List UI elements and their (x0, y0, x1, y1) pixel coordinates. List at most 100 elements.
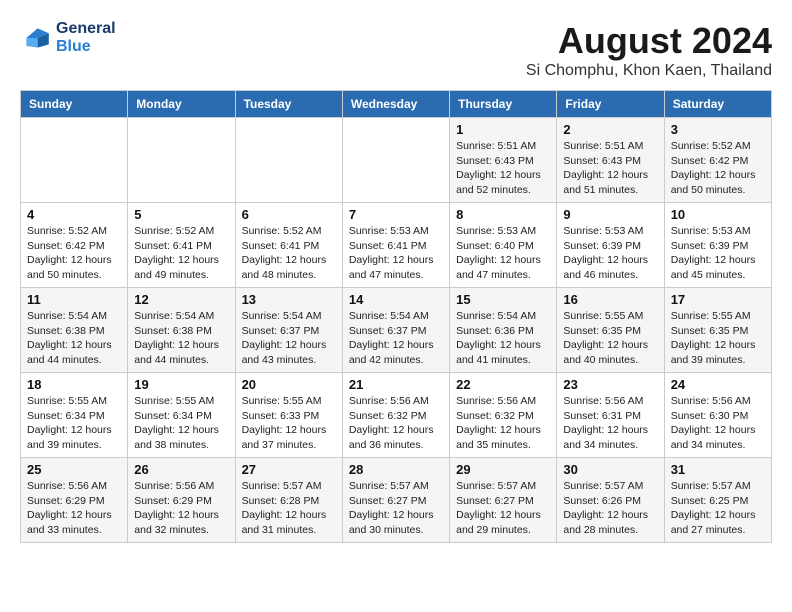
day-number: 1 (456, 122, 550, 137)
calendar-cell (128, 118, 235, 203)
calendar-cell: 11 Sunrise: 5:54 AM Sunset: 6:38 PM Dayli… (21, 288, 128, 373)
day-number: 12 (134, 292, 228, 307)
day-info: Sunrise: 5:56 AM Sunset: 6:29 PM Dayligh… (134, 479, 228, 538)
page-title: August 2024 (526, 20, 772, 62)
header-cell-sunday: Sunday (21, 91, 128, 118)
logo: General Blue (20, 20, 116, 55)
calendar-cell: 21Sunrise: 5:56 AM Sunset: 6:32 PM Dayli… (342, 373, 449, 458)
calendar-cell: 27 Sunrise: 5:57 AM Sunset: 6:28 PM Dayli… (235, 458, 342, 543)
day-info: Sunrise: 5:54 AM Sunset: 6:37 PM Dayligh… (242, 309, 336, 368)
calendar-cell: 3 Sunrise: 5:52 AM Sunset: 6:42 PM Daylig… (664, 118, 771, 203)
day-number: 13 (242, 292, 336, 307)
header-cell-monday: Monday (128, 91, 235, 118)
day-number: 16 (563, 292, 657, 307)
day-info: Sunrise: 5:54 AM Sunset: 6:36 PM Dayligh… (456, 309, 550, 368)
day-info: Sunrise: 5:53 AM Sunset: 6:40 PM Dayligh… (456, 224, 550, 283)
day-number: 29 (456, 462, 550, 477)
calendar-cell: 20 Sunrise: 5:55 AM Sunset: 6:33 PM Dayli… (235, 373, 342, 458)
calendar-cell: 19 Sunrise: 5:55 AM Sunset: 6:34 PM Dayli… (128, 373, 235, 458)
day-info: Sunrise: 5:57 AM Sunset: 6:27 PM Dayligh… (456, 479, 550, 538)
calendar-cell: 14Sunrise: 5:54 AM Sunset: 6:37 PM Dayli… (342, 288, 449, 373)
day-number: 30 (563, 462, 657, 477)
calendar-cell: 22Sunrise: 5:56 AM Sunset: 6:32 PM Dayli… (450, 373, 557, 458)
header-cell-wednesday: Wednesday (342, 91, 449, 118)
day-number: 31 (671, 462, 765, 477)
day-info: Sunrise: 5:54 AM Sunset: 6:38 PM Dayligh… (27, 309, 121, 368)
day-info: Sunrise: 5:57 AM Sunset: 6:27 PM Dayligh… (349, 479, 443, 538)
day-number: 17 (671, 292, 765, 307)
title-block: August 2024 Si Chomphu, Khon Kaen, Thail… (526, 20, 772, 80)
day-number: 11 (27, 292, 121, 307)
day-number: 18 (27, 377, 121, 392)
calendar-cell: 12Sunrise: 5:54 AM Sunset: 6:38 PM Dayli… (128, 288, 235, 373)
day-number: 6 (242, 207, 336, 222)
day-number: 3 (671, 122, 765, 137)
calendar-cell: 31 Sunrise: 5:57 AM Sunset: 6:25 PM Dayli… (664, 458, 771, 543)
calendar-cell: 26 Sunrise: 5:56 AM Sunset: 6:29 PM Dayli… (128, 458, 235, 543)
week-row-2: 4Sunrise: 5:52 AM Sunset: 6:42 PM Daylig… (21, 203, 772, 288)
day-number: 25 (27, 462, 121, 477)
calendar-cell (342, 118, 449, 203)
day-number: 19 (134, 377, 228, 392)
day-info: Sunrise: 5:53 AM Sunset: 6:39 PM Dayligh… (563, 224, 657, 283)
day-info: Sunrise: 5:52 AM Sunset: 6:41 PM Dayligh… (134, 224, 228, 283)
day-info: Sunrise: 5:55 AM Sunset: 6:35 PM Dayligh… (563, 309, 657, 368)
calendar-cell: 30 Sunrise: 5:57 AM Sunset: 6:26 PM Dayli… (557, 458, 664, 543)
calendar-cell: 10Sunrise: 5:53 AM Sunset: 6:39 PM Dayli… (664, 203, 771, 288)
day-number: 5 (134, 207, 228, 222)
calendar-cell: 15 Sunrise: 5:54 AM Sunset: 6:36 PM Dayli… (450, 288, 557, 373)
day-number: 15 (456, 292, 550, 307)
calendar-cell: 28Sunrise: 5:57 AM Sunset: 6:27 PM Dayli… (342, 458, 449, 543)
calendar-cell: 29 Sunrise: 5:57 AM Sunset: 6:27 PM Dayli… (450, 458, 557, 543)
logo-icon (20, 22, 52, 54)
day-number: 22 (456, 377, 550, 392)
calendar-cell: 6 Sunrise: 5:52 AM Sunset: 6:41 PM Daylig… (235, 203, 342, 288)
day-number: 24 (671, 377, 765, 392)
day-info: Sunrise: 5:51 AM Sunset: 6:43 PM Dayligh… (563, 139, 657, 198)
day-info: Sunrise: 5:56 AM Sunset: 6:30 PM Dayligh… (671, 394, 765, 453)
calendar-cell: 18 Sunrise: 5:55 AM Sunset: 6:34 PM Dayli… (21, 373, 128, 458)
calendar-table: SundayMondayTuesdayWednesdayThursdayFrid… (20, 90, 772, 543)
week-row-1: 1 Sunrise: 5:51 AM Sunset: 6:43 PM Daylig… (21, 118, 772, 203)
calendar-cell: 23Sunrise: 5:56 AM Sunset: 6:31 PM Dayli… (557, 373, 664, 458)
header-cell-thursday: Thursday (450, 91, 557, 118)
day-number: 14 (349, 292, 443, 307)
day-number: 7 (349, 207, 443, 222)
calendar-cell: 1Sunrise: 5:51 AM Sunset: 6:43 PM Daylig… (450, 118, 557, 203)
calendar-cell: 8 Sunrise: 5:53 AM Sunset: 6:40 PM Daylig… (450, 203, 557, 288)
day-number: 8 (456, 207, 550, 222)
day-info: Sunrise: 5:55 AM Sunset: 6:35 PM Dayligh… (671, 309, 765, 368)
week-row-5: 25 Sunrise: 5:56 AM Sunset: 6:29 PM Dayli… (21, 458, 772, 543)
day-info: Sunrise: 5:57 AM Sunset: 6:25 PM Dayligh… (671, 479, 765, 538)
day-number: 27 (242, 462, 336, 477)
week-row-3: 11 Sunrise: 5:54 AM Sunset: 6:38 PM Dayli… (21, 288, 772, 373)
calendar-cell: 24 Sunrise: 5:56 AM Sunset: 6:30 PM Dayli… (664, 373, 771, 458)
day-info: Sunrise: 5:57 AM Sunset: 6:26 PM Dayligh… (563, 479, 657, 538)
calendar-body: 1 Sunrise: 5:51 AM Sunset: 6:43 PM Daylig… (21, 118, 772, 543)
calendar-cell (21, 118, 128, 203)
day-number: 2 (563, 122, 657, 137)
day-info: Sunrise: 5:52 AM Sunset: 6:42 PM Dayligh… (27, 224, 121, 283)
day-info: Sunrise: 5:56 AM Sunset: 6:29 PM Dayligh… (27, 479, 121, 538)
header-cell-saturday: Saturday (664, 91, 771, 118)
day-info: Sunrise: 5:55 AM Sunset: 6:34 PM Dayligh… (134, 394, 228, 453)
logo-text: General Blue (56, 20, 116, 55)
day-info: Sunrise: 5:53 AM Sunset: 6:41 PM Dayligh… (349, 224, 443, 283)
day-info: Sunrise: 5:55 AM Sunset: 6:34 PM Dayligh… (27, 394, 121, 453)
page-subtitle: Si Chomphu, Khon Kaen, Thailand (526, 62, 772, 80)
header-row: SundayMondayTuesdayWednesdayThursdayFrid… (21, 91, 772, 118)
day-info: Sunrise: 5:52 AM Sunset: 6:42 PM Dayligh… (671, 139, 765, 198)
day-number: 10 (671, 207, 765, 222)
header-cell-friday: Friday (557, 91, 664, 118)
day-number: 23 (563, 377, 657, 392)
day-info: Sunrise: 5:55 AM Sunset: 6:33 PM Dayligh… (242, 394, 336, 453)
calendar-cell: 16 Sunrise: 5:55 AM Sunset: 6:35 PM Dayli… (557, 288, 664, 373)
header-cell-tuesday: Tuesday (235, 91, 342, 118)
day-number: 20 (242, 377, 336, 392)
day-number: 26 (134, 462, 228, 477)
calendar-header: SundayMondayTuesdayWednesdayThursdayFrid… (21, 91, 772, 118)
page-header: General Blue August 2024 Si Chomphu, Kho… (20, 20, 772, 80)
day-info: Sunrise: 5:56 AM Sunset: 6:32 PM Dayligh… (349, 394, 443, 453)
day-info: Sunrise: 5:57 AM Sunset: 6:28 PM Dayligh… (242, 479, 336, 538)
day-info: Sunrise: 5:52 AM Sunset: 6:41 PM Dayligh… (242, 224, 336, 283)
